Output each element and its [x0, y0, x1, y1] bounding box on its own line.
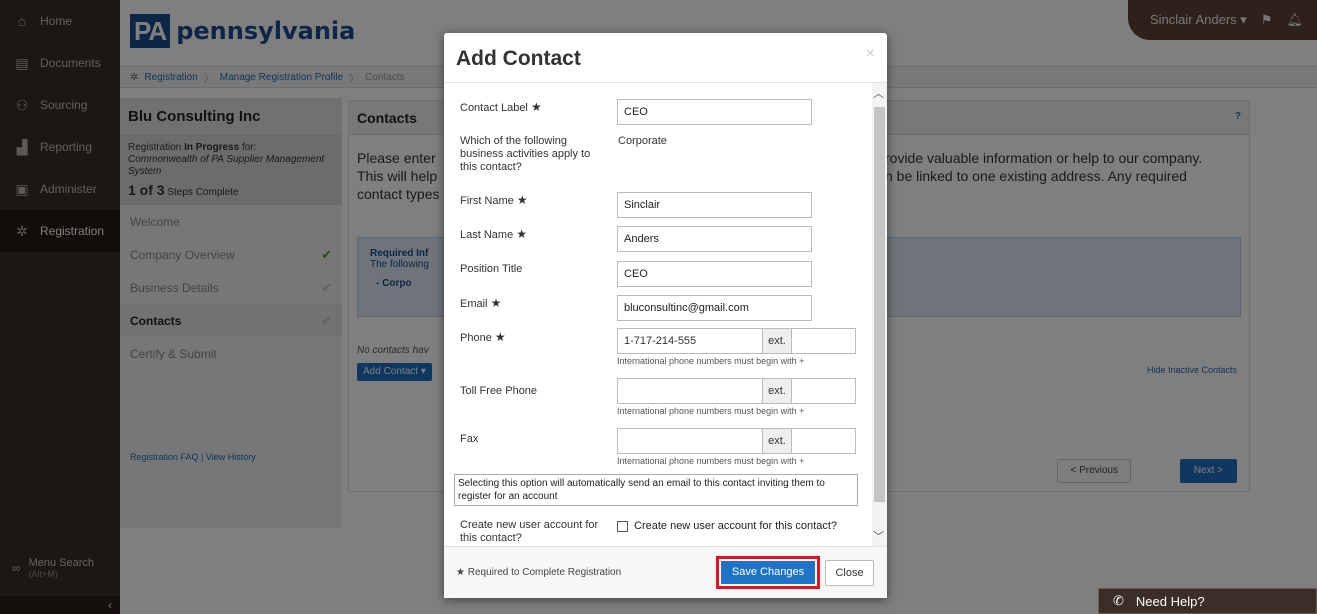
phone-icon: ✆ [1113, 593, 1124, 608]
toll-free-label: Toll Free Phone [460, 385, 538, 397]
modal-header: Add Contact × [444, 33, 887, 83]
checkbox-icon[interactable] [617, 520, 628, 532]
field-label: Email [460, 298, 488, 310]
toll-free-input[interactable] [617, 378, 763, 404]
modal-scrollbar[interactable]: ︿ ﹀ [872, 83, 887, 546]
first-name-label: First Name ★ [460, 194, 528, 208]
required-star-icon: ★ [456, 567, 465, 578]
required-star-icon: ★ [530, 100, 542, 114]
create-account-checkbox[interactable]: Create new user account for this contact… [617, 520, 837, 532]
last-name-label: Last Name ★ [460, 228, 527, 242]
contact-label-label: Contact Label ★ [460, 101, 542, 115]
close-icon[interactable]: × [866, 45, 875, 63]
email-label: Email ★ [460, 297, 501, 311]
fax-ext-input[interactable] [791, 428, 856, 454]
last-name-input[interactable]: Anders [617, 226, 812, 252]
need-help-button[interactable]: ✆ Need Help? [1098, 588, 1317, 614]
toll-free-hint: International phone numbers must begin w… [617, 406, 805, 416]
contact-label-input[interactable]: CEO [617, 99, 812, 125]
fax-hint: International phone numbers must begin w… [617, 456, 805, 466]
field-label: Phone [460, 332, 492, 344]
close-button[interactable]: Close [825, 560, 874, 586]
toll-free-ext-label: ext. [763, 378, 791, 404]
first-name-input[interactable]: Sinclair [617, 192, 812, 218]
modal-footer: ★ Required to Complete Registration Save… [444, 546, 887, 598]
scrollbar-thumb[interactable] [874, 107, 885, 502]
account-invite-notice: Selecting this option will automatically… [454, 474, 858, 506]
modal-title: Add Contact [456, 47, 581, 70]
fax-label: Fax [460, 433, 479, 445]
activities-value: Corporate [618, 135, 667, 147]
phone-hint: International phone numbers must begin w… [617, 356, 805, 366]
field-label: Last Name [460, 229, 514, 241]
required-star-icon: ★ [494, 330, 506, 344]
create-account-label: Create new user account for this contact… [460, 519, 599, 544]
fax-ext-label: ext. [763, 428, 791, 454]
phone-label: Phone ★ [460, 331, 506, 345]
create-account-checkbox-label: Create new user account for this contact… [634, 520, 837, 532]
fax-group: ext. [617, 428, 856, 454]
chevron-down-icon[interactable]: ﹀ [873, 528, 884, 544]
modal-body: Contact Label ★ CEO Which of the followi… [444, 83, 872, 546]
phone-group: 1-717-214-555 ext. [617, 328, 856, 354]
required-note-text: Required to Complete Registration [467, 567, 622, 578]
phone-input[interactable]: 1-717-214-555 [617, 328, 763, 354]
position-title-label: Position Title [460, 263, 523, 275]
save-highlight: Save Changes [716, 556, 820, 589]
required-star-icon: ★ [516, 193, 528, 207]
required-star-icon: ★ [490, 296, 502, 310]
required-star-icon: ★ [516, 227, 528, 241]
toll-free-group: ext. [617, 378, 856, 404]
toll-free-ext-input[interactable] [791, 378, 856, 404]
activities-label: Which of the following business activiti… [460, 135, 591, 173]
required-note: ★ Required to Complete Registration [456, 567, 621, 578]
field-label: Contact Label [460, 102, 528, 114]
phone-ext-input[interactable] [791, 328, 856, 354]
email-input[interactable]: bluconsultinc@gmail.com [617, 295, 812, 321]
phone-ext-label: ext. [763, 328, 791, 354]
field-label: First Name [460, 195, 514, 207]
save-changes-button[interactable]: Save Changes [721, 561, 815, 584]
chevron-up-icon[interactable]: ︿ [873, 85, 884, 101]
position-title-input[interactable]: CEO [617, 261, 812, 287]
need-help-label: Need Help? [1135, 593, 1205, 609]
add-contact-modal: Add Contact × Contact Label ★ CEO Which … [444, 33, 887, 598]
fax-input[interactable] [617, 428, 763, 454]
